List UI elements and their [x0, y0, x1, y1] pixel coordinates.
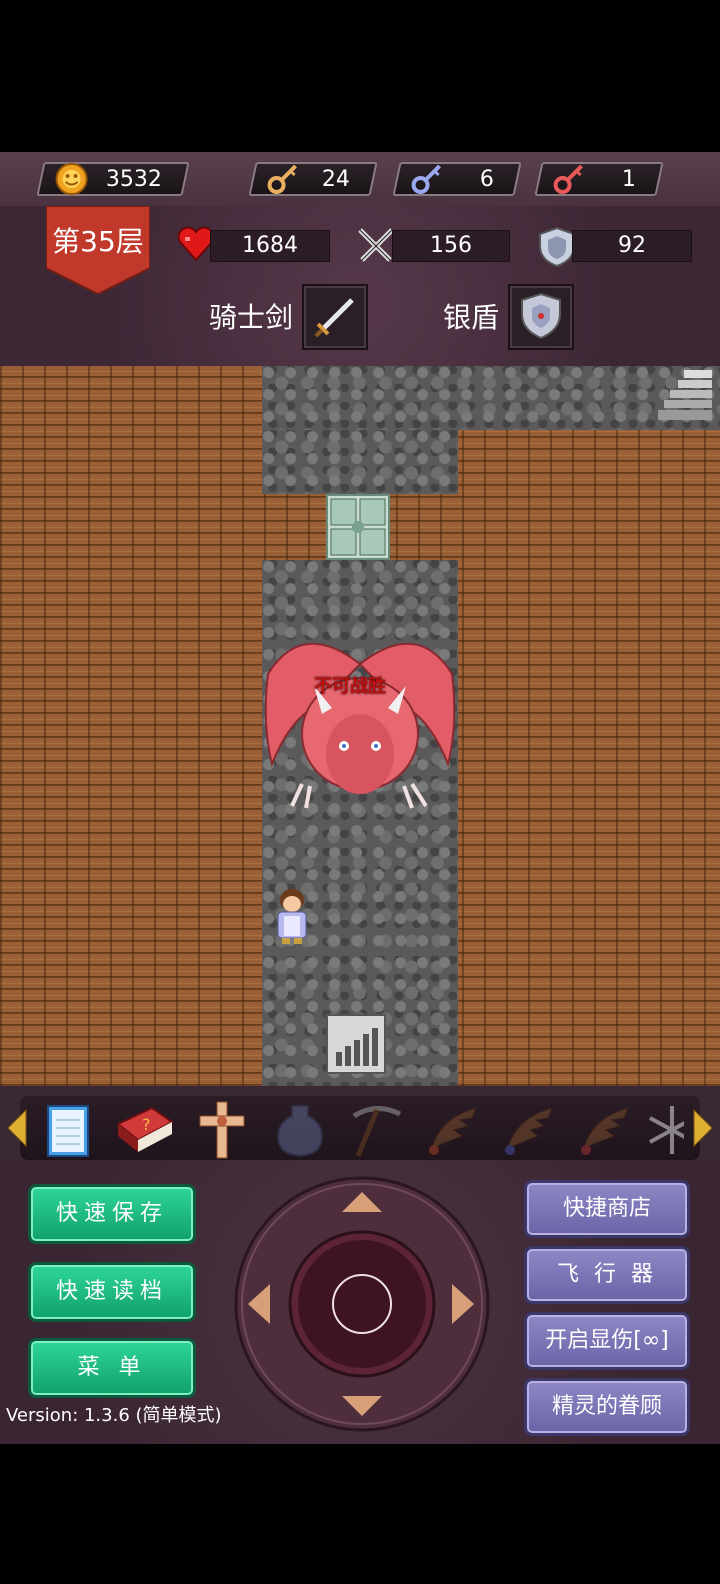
- crossed-swords-icon: [356, 226, 396, 270]
- hp-value: 1684: [210, 230, 330, 262]
- floor-top-corridor: [262, 366, 720, 430]
- d-pad-up-icon[interactable]: [338, 1188, 386, 1224]
- defense-value: 92: [572, 230, 692, 262]
- item-scroll-left-icon[interactable]: [6, 1108, 28, 1152]
- show-damage-button[interactable]: 开启显伤[∞]: [524, 1312, 690, 1370]
- knight-sword-icon: [310, 292, 360, 346]
- yellow-key-counter: 24: [248, 162, 378, 196]
- red-key-icon: [552, 162, 586, 200]
- shield-slot[interactable]: [508, 284, 574, 350]
- upstairs-icon[interactable]: [654, 366, 718, 430]
- floor-banner: 第35层: [46, 206, 150, 294]
- holy-cross-icon[interactable]: [190, 1098, 254, 1162]
- water-jar-icon[interactable]: [268, 1098, 332, 1162]
- blue-key-counter: 6: [392, 162, 522, 196]
- menu-button[interactable]: 菜 单: [28, 1338, 196, 1398]
- shield-equip-label: 银盾: [443, 301, 500, 334]
- shield-icon: [538, 226, 576, 272]
- red-key-counter: 1: [534, 162, 664, 196]
- weapon-slot[interactable]: [302, 284, 368, 350]
- gold-coin-icon: [54, 162, 90, 200]
- flyer-button[interactable]: 飞 行 器: [524, 1246, 690, 1304]
- item-scroll-right-icon[interactable]: [692, 1108, 714, 1152]
- blue-key-icon: [410, 162, 444, 200]
- flight-wing-up-icon[interactable]: [420, 1098, 484, 1162]
- item-strip: ?: [20, 1096, 700, 1160]
- red-dragon-icon[interactable]: [262, 624, 458, 820]
- quick-save-button[interactable]: 快速保存: [28, 1184, 196, 1244]
- blue-key-value: 6: [479, 167, 494, 192]
- game-map[interactable]: 不可战胜: [0, 366, 720, 1086]
- floor-label: 第35层: [52, 225, 144, 258]
- d-pad-left-icon[interactable]: [242, 1280, 274, 1332]
- d-pad-center-button[interactable]: [332, 1274, 392, 1334]
- floor-upper: [262, 430, 458, 494]
- yellow-key-icon: [266, 162, 300, 200]
- gold-value: 3532: [105, 167, 162, 192]
- silver-shield-icon: [520, 292, 562, 344]
- weapon-label: 骑士剑: [209, 301, 294, 334]
- monster-manual-icon[interactable]: ?: [112, 1098, 176, 1162]
- monster-damage-label: 不可战胜: [314, 676, 386, 697]
- pickaxe-icon[interactable]: [344, 1098, 408, 1162]
- magic-door-icon[interactable]: [326, 494, 390, 560]
- hero-icon: [262, 882, 326, 946]
- quick-shop-button[interactable]: 快捷商店: [524, 1180, 690, 1238]
- resource-bar: 3532 24 6 1: [0, 152, 720, 208]
- flight-wing-down-icon[interactable]: [496, 1098, 560, 1162]
- red-key-value: 1: [621, 167, 636, 192]
- d-pad-right-icon[interactable]: [448, 1280, 480, 1332]
- version-label: Version: 1.3.6 (简单模式): [6, 1405, 222, 1426]
- flight-wing-center-icon[interactable]: [572, 1098, 636, 1162]
- snowflake-icon[interactable]: [640, 1098, 684, 1162]
- quick-load-button[interactable]: 快速读档: [28, 1262, 196, 1322]
- gold-counter: 3532: [36, 162, 190, 196]
- d-pad-down-icon[interactable]: [338, 1388, 386, 1424]
- svg-text:?: ?: [142, 1115, 151, 1134]
- d-pad[interactable]: [234, 1176, 490, 1432]
- fairy-favor-button[interactable]: 精灵的眷顾: [524, 1378, 690, 1436]
- attack-value: 156: [392, 230, 510, 262]
- yellow-key-value: 24: [321, 167, 350, 192]
- downstairs-icon[interactable]: [326, 1014, 386, 1074]
- notebook-icon[interactable]: [38, 1098, 102, 1162]
- item-bar: ?: [0, 1086, 720, 1160]
